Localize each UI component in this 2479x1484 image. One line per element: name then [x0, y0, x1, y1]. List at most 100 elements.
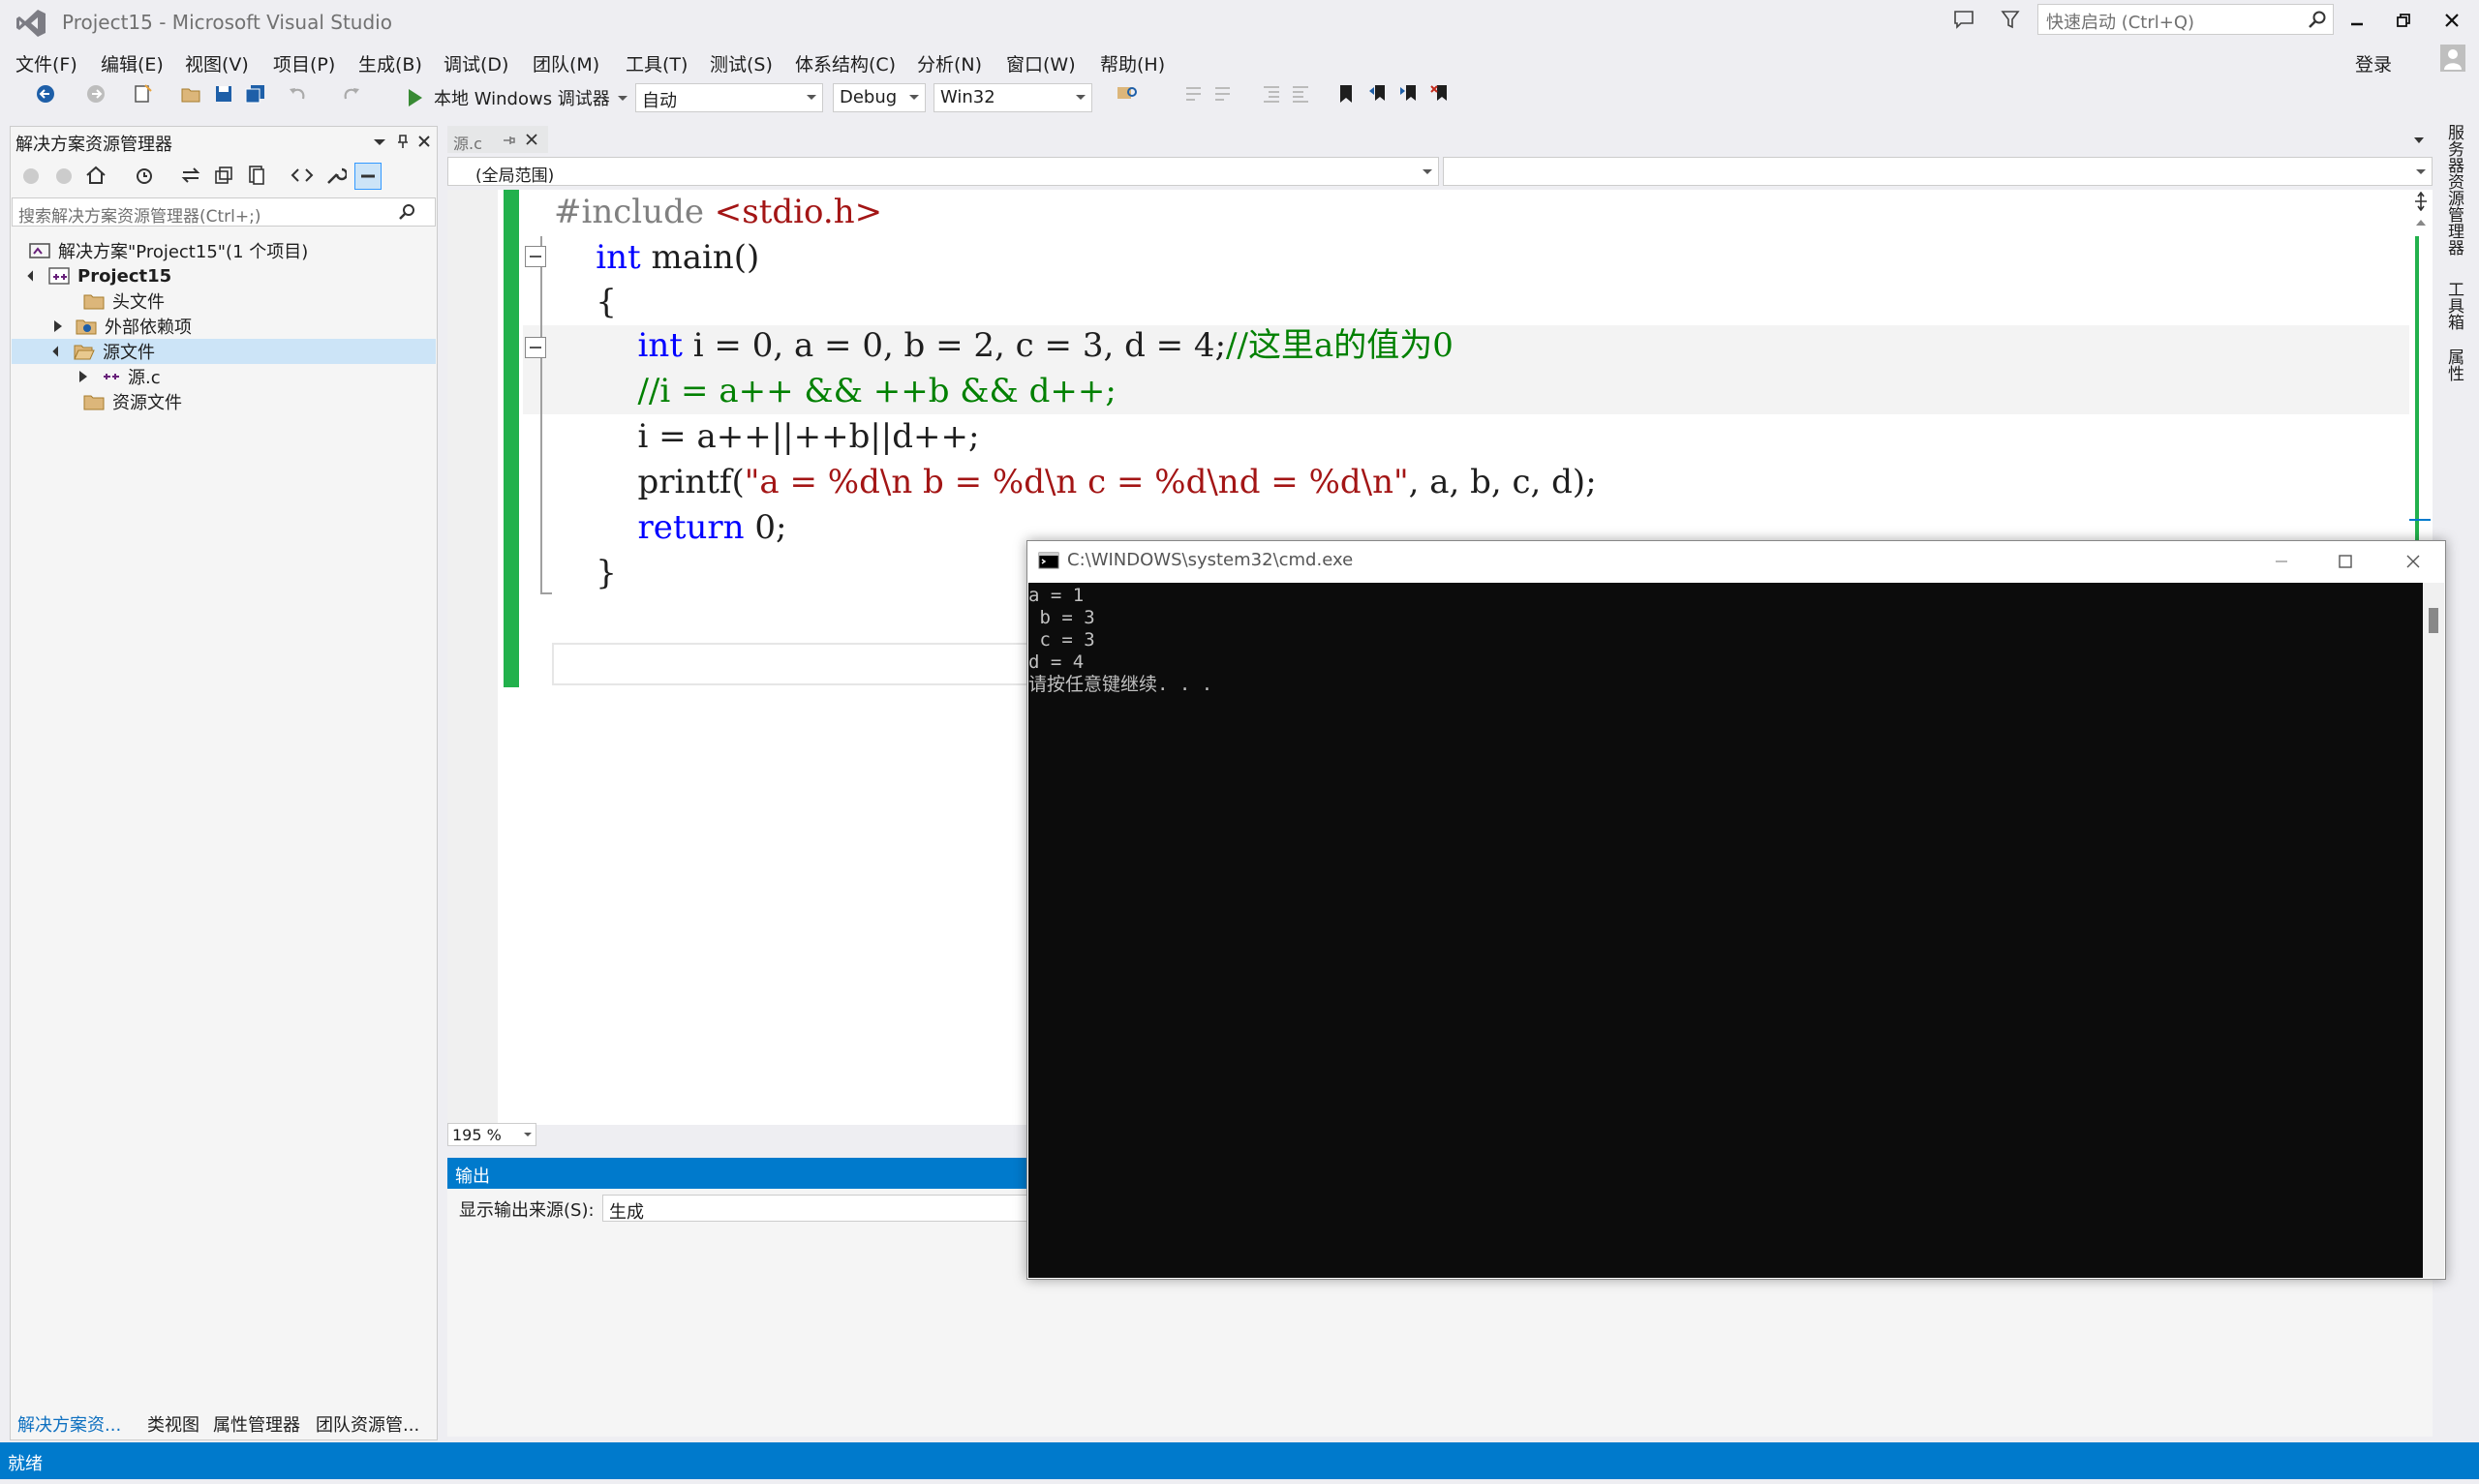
menu-debug[interactable]: 调试(D) [444, 50, 508, 76]
platform-select[interactable]: Win32 [933, 83, 1092, 112]
tab-class-view[interactable]: 类视图 [147, 1411, 199, 1437]
console-scroll-thumb[interactable] [2429, 608, 2438, 633]
tab-property-manager[interactable]: 属性管理器 [213, 1411, 300, 1437]
close-button[interactable] [2433, 6, 2471, 35]
pending-changes-icon[interactable] [134, 165, 155, 186]
zoom-select[interactable]: 195 % [447, 1123, 536, 1146]
redo-icon[interactable] [341, 83, 362, 105]
scope-value: (全局范围) [475, 167, 555, 186]
solution-search-input[interactable]: 搜索解决方案资源管理器(Ctrl+;) [12, 197, 436, 227]
menu-window[interactable]: 窗口(W) [1006, 50, 1076, 76]
expanded-arrow-icon[interactable] [52, 346, 64, 357]
pin-icon[interactable] [395, 134, 411, 149]
comment-icon[interactable] [1183, 83, 1207, 105]
tree-item-solution[interactable]: 解决方案"Project15"(1 个项目) [12, 238, 436, 263]
menu-file[interactable]: 文件(F) [15, 50, 77, 76]
console-maximize-button[interactable] [2326, 548, 2365, 575]
tab-list-icon[interactable] [2413, 136, 2425, 145]
scroll-up-icon[interactable] [2415, 219, 2427, 227]
menu-test[interactable]: 测试(S) [710, 50, 773, 76]
back-icon[interactable] [35, 83, 56, 105]
solution-config-select[interactable]: 自动 [635, 83, 823, 112]
sync-icon[interactable] [180, 165, 201, 186]
panel-menu-icon[interactable] [374, 139, 385, 145]
notification-icon[interactable] [1952, 8, 1975, 31]
tree-item-header-files[interactable]: 头文件 [12, 288, 436, 314]
menu-analyze[interactable]: 分析(N) [917, 50, 982, 76]
start-debugging-button[interactable]: 本地 Windows 调试器 [405, 83, 627, 112]
menu-help[interactable]: 帮助(H) [1100, 50, 1165, 76]
tree-item-external-deps[interactable]: 外部依赖项 [12, 314, 436, 339]
collapse-toggle[interactable] [525, 246, 546, 267]
avatar[interactable] [2440, 45, 2465, 72]
collapse-all-icon[interactable] [213, 165, 234, 186]
tab-close-icon[interactable] [525, 133, 538, 146]
code-line: { [554, 281, 1597, 323]
outdent-icon[interactable] [1290, 83, 1311, 105]
code-token: i = 0, a = 0, b = 2, c = 3, d = 4; [682, 326, 1227, 365]
indent-icon[interactable] [1261, 83, 1282, 105]
tree-item-project[interactable]: Project15 [12, 263, 436, 288]
member-select[interactable] [1443, 157, 2433, 186]
menu-project[interactable]: 项目(P) [273, 50, 335, 76]
properties-tab[interactable]: 属性 [2442, 348, 2466, 381]
tree-item-resource-files[interactable]: 资源文件 [12, 389, 436, 414]
menu-view[interactable]: 视图(V) [185, 50, 249, 76]
collapse-toggle[interactable] [525, 337, 546, 358]
uncomment-icon[interactable] [1212, 83, 1236, 105]
view-code-icon[interactable] [291, 165, 314, 186]
console-output: a = 1 b = 3 c = 3 d = 4 请按任意键继续. . . [1028, 585, 1213, 695]
close-icon [2406, 555, 2420, 568]
scope-select[interactable]: (全局范围) [447, 157, 1439, 186]
console-scrollbar[interactable] [2423, 583, 2444, 1278]
minimize-button[interactable] [2338, 6, 2376, 35]
build-config-select[interactable]: Debug [833, 83, 926, 112]
menu-build[interactable]: 生成(B) [358, 50, 422, 76]
collapsed-arrow-icon[interactable] [79, 371, 87, 382]
restore-button[interactable] [2384, 6, 2423, 35]
code-text: #include <stdio.h> int main() { int i = … [554, 190, 1597, 596]
home-icon[interactable] [85, 165, 107, 186]
menu-edit[interactable]: 编辑(E) [101, 50, 164, 76]
save-all-icon[interactable] [244, 83, 267, 105]
toolbox-tab[interactable]: 工具箱 [2442, 281, 2466, 330]
menu-team[interactable]: 团队(M) [533, 50, 599, 76]
menu-architecture[interactable]: 体系结构(C) [795, 50, 896, 76]
prev-bookmark-icon[interactable] [1367, 83, 1389, 105]
quick-launch-input[interactable]: 快速启动 (Ctrl+Q) [2037, 4, 2334, 35]
clear-bookmarks-icon[interactable] [1429, 83, 1451, 105]
login-link[interactable]: 登录 [2355, 50, 2392, 76]
find-in-files-icon[interactable] [1116, 83, 1139, 105]
undo-icon[interactable] [287, 83, 308, 105]
forward-icon[interactable] [54, 167, 74, 186]
save-icon[interactable] [213, 83, 234, 105]
back-icon[interactable] [21, 167, 41, 186]
solution-icon [29, 243, 50, 258]
preview-toggle-button[interactable] [354, 163, 382, 190]
menu-tools[interactable]: 工具(T) [626, 50, 688, 76]
pin-icon[interactable] [502, 134, 515, 147]
show-all-files-icon[interactable] [246, 165, 267, 186]
tab-source-c[interactable]: 源.c [447, 126, 548, 153]
bookmark-icon[interactable] [1336, 83, 1356, 105]
feedback-icon[interactable] [1999, 8, 2022, 31]
tree-item-source-c[interactable]: 源.c [12, 364, 436, 389]
open-file-icon[interactable] [180, 83, 201, 105]
tree-item-source-files[interactable]: 源文件 [12, 339, 436, 364]
tab-team-explorer[interactable]: 团队资源管... [316, 1411, 419, 1437]
server-explorer-tab[interactable]: 服务器资源管理器 [2442, 124, 2466, 256]
output-source-select[interactable]: 生成 [602, 1195, 1028, 1223]
console-minimize-button[interactable] [2262, 548, 2301, 575]
panel-close-icon[interactable] [416, 134, 432, 149]
collapsed-arrow-icon[interactable] [54, 320, 62, 332]
tab-solution-explorer[interactable]: 解决方案资... [17, 1411, 121, 1437]
next-bookmark-icon[interactable] [1398, 83, 1420, 105]
properties-icon[interactable] [325, 165, 347, 186]
new-project-icon[interactable] [132, 83, 153, 105]
expanded-arrow-icon[interactable] [27, 270, 39, 282]
split-icon[interactable] [2413, 192, 2429, 211]
console-close-button[interactable] [2394, 548, 2433, 575]
forward-icon[interactable] [85, 83, 107, 105]
minimize-icon [2351, 22, 2363, 26]
console-output-area[interactable] [1028, 583, 2423, 1278]
